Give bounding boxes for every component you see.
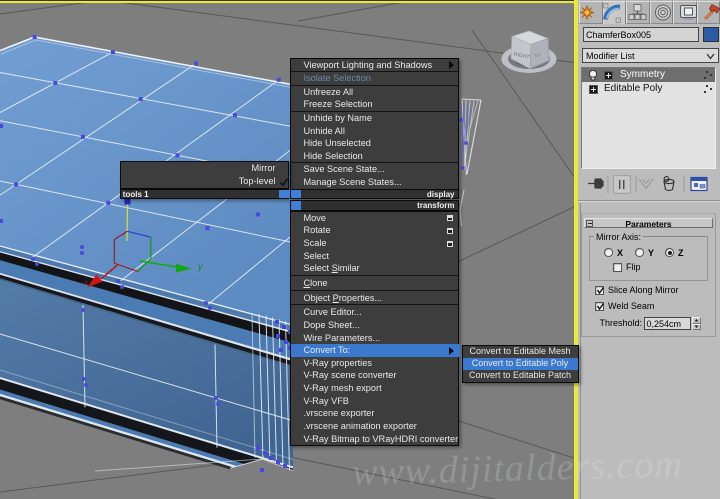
svg-text:y: y	[197, 262, 203, 272]
